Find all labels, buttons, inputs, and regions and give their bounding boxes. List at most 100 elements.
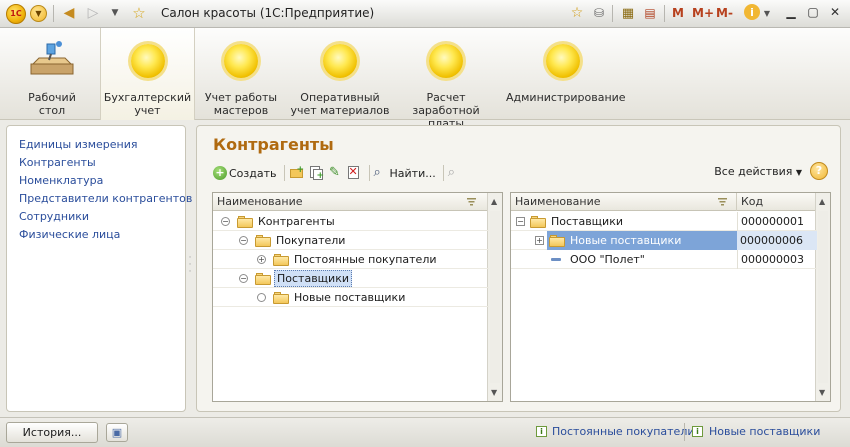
- find-button[interactable]: ⌕ Найти...: [374, 163, 436, 183]
- info-dropdown-icon[interactable]: ▼: [762, 4, 772, 22]
- info-icon: i: [536, 426, 547, 437]
- row-code: 000000006: [740, 234, 803, 247]
- scroll-down-icon[interactable]: ▼: [491, 388, 497, 397]
- help-button[interactable]: ?: [810, 162, 828, 180]
- cancel-search-icon: ⌕: [447, 165, 455, 180]
- tree-row[interactable]: Новые поставщики: [213, 288, 489, 307]
- section-icon: [130, 44, 165, 78]
- collapse-icon[interactable]: −: [239, 236, 248, 245]
- main-menu-button[interactable]: ▼: [30, 5, 47, 22]
- section-masters[interactable]: Учет работы мастеров: [196, 28, 286, 120]
- tree-row[interactable]: − Контрагенты: [213, 212, 489, 231]
- delete-mark-button[interactable]: ✕: [346, 163, 362, 183]
- form-title: Контрагенты: [213, 135, 334, 154]
- edit-button[interactable]: ✎: [327, 163, 343, 183]
- scroll-track[interactable]: [490, 211, 500, 383]
- expand-icon[interactable]: +: [535, 236, 544, 245]
- create-label: Создать: [229, 166, 277, 180]
- tree-row-label: Поставщики: [274, 270, 352, 287]
- favorites-star-icon[interactable]: ☆: [130, 4, 148, 22]
- tree-row[interactable]: + Постоянные покупатели: [213, 250, 489, 269]
- sort-icon[interactable]: [718, 198, 727, 206]
- create-folder-button[interactable]: +: [289, 163, 305, 183]
- expand-icon[interactable]: +: [257, 255, 266, 264]
- table-header: Наименование: [213, 193, 489, 211]
- copy-button[interactable]: +: [308, 163, 324, 183]
- item-icon: [551, 258, 561, 261]
- pencil-icon: ✎: [329, 165, 340, 180]
- collapse-icon[interactable]: −: [516, 217, 525, 226]
- table-row[interactable]: ООО "Полет" 000000003: [511, 250, 817, 269]
- section-icon: [323, 44, 357, 78]
- scroll-up-icon[interactable]: ▲: [491, 197, 497, 206]
- folder-icon: [530, 216, 546, 228]
- vertical-scrollbar[interactable]: ▲ ▼: [487, 193, 502, 401]
- close-icon[interactable]: ✕: [826, 5, 844, 22]
- column-header-name[interactable]: Наименование: [213, 193, 489, 211]
- create-button[interactable]: + Создать: [213, 163, 277, 183]
- separator: [684, 423, 685, 441]
- separator: [664, 5, 665, 22]
- nav-item-individuals[interactable]: Физические лица: [19, 228, 120, 241]
- panel-splitter-handle[interactable]: · · ·: [188, 254, 192, 277]
- tree-row-selected[interactable]: − Поставщики: [213, 269, 489, 288]
- memory-m-button[interactable]: M: [672, 6, 684, 20]
- collapse-icon[interactable]: −: [239, 274, 248, 283]
- section-materials[interactable]: Оперативный учет материалов: [290, 28, 390, 120]
- memory-m-minus-button[interactable]: M-: [716, 6, 733, 20]
- nav-item-representatives[interactable]: Представители контрагентов: [19, 192, 192, 205]
- info-icon: i: [692, 426, 703, 437]
- tree-row-label: Постоянные покупатели: [294, 253, 437, 266]
- scroll-track[interactable]: [818, 211, 828, 383]
- calendar-icon[interactable]: ▤: [641, 4, 659, 22]
- nav-item-units[interactable]: Единицы измерения: [19, 138, 138, 151]
- nav-item-counterparties[interactable]: Контрагенты: [19, 156, 96, 169]
- cancel-search-button[interactable]: ⌕: [448, 163, 464, 183]
- history-dropdown-icon[interactable]: ▼: [108, 4, 122, 22]
- app-logo-icon[interactable]: 1С: [6, 4, 26, 24]
- separator: [283, 165, 285, 181]
- calculator-icon[interactable]: ▦: [619, 4, 637, 22]
- windows-list-icon[interactable]: ▣: [106, 423, 128, 442]
- section-payroll[interactable]: Расчет заработной платы: [394, 28, 498, 130]
- collapse-icon[interactable]: −: [221, 217, 230, 226]
- section-icon: [429, 44, 463, 78]
- groups-tree-table[interactable]: Наименование ▲ ▼ − Контрагенты − Покупат…: [212, 192, 503, 402]
- memory-m-plus-button[interactable]: M+: [692, 6, 714, 20]
- link-icon[interactable]: ⛁: [590, 4, 608, 22]
- maximize-icon[interactable]: ▢: [804, 5, 822, 22]
- forward-arrow-icon[interactable]: ▷: [84, 4, 102, 22]
- minimize-icon[interactable]: ▁: [782, 5, 800, 22]
- all-actions-menu[interactable]: Все действия ▼: [714, 165, 802, 178]
- section-desktop[interactable]: Рабочий стол: [6, 28, 98, 120]
- counterparties-list-table[interactable]: Наименование Код ▲ ▼ − Поставщики 000000…: [510, 192, 831, 402]
- tree-row-label: Контрагенты: [258, 215, 335, 228]
- chevron-down-icon: ▼: [795, 168, 802, 177]
- vertical-scrollbar[interactable]: ▲ ▼: [815, 193, 830, 401]
- sort-icon[interactable]: [467, 198, 476, 206]
- row-name: ООО "Полет": [570, 253, 645, 266]
- row-name: Новые поставщики: [570, 234, 682, 247]
- back-arrow-icon[interactable]: ◀: [60, 4, 78, 22]
- status-link-new-suppliers[interactable]: Новые поставщики: [709, 425, 820, 438]
- scroll-down-icon[interactable]: ▼: [819, 388, 825, 397]
- info-icon[interactable]: i: [744, 4, 760, 20]
- empty-node-icon: [257, 293, 266, 302]
- column-header-code[interactable]: Код: [737, 193, 817, 211]
- column-header-name[interactable]: Наименование: [511, 193, 737, 211]
- section-administration[interactable]: Администрирование: [506, 28, 626, 120]
- nav-item-nomenclature[interactable]: Номенклатура: [19, 174, 103, 187]
- table-row[interactable]: − Поставщики 000000001: [511, 212, 817, 231]
- command-bar: + Создать + + ✎ ✕ ⌕ Найти... ⌕: [213, 163, 467, 183]
- status-link-regular-buyers[interactable]: Постоянные покупатели: [552, 425, 695, 438]
- nav-item-employees[interactable]: Сотрудники: [19, 210, 89, 223]
- sections-panel: Рабочий стол Бухгалтерский учет Учет раб…: [0, 28, 850, 130]
- tree-row[interactable]: − Покупатели: [213, 231, 489, 250]
- scroll-up-icon[interactable]: ▲: [819, 197, 825, 206]
- add-favorite-icon[interactable]: ☆: [568, 4, 586, 22]
- history-button[interactable]: История...: [6, 422, 98, 443]
- table-row-selected[interactable]: + Новые поставщики 000000006: [511, 231, 817, 250]
- section-accounting[interactable]: Бухгалтерский учет: [100, 28, 195, 120]
- status-bar: История... ▣ i Постоянные покупатели i Н…: [0, 417, 850, 447]
- navigation-panel: Единицы измерения Контрагенты Номенклату…: [6, 125, 192, 412]
